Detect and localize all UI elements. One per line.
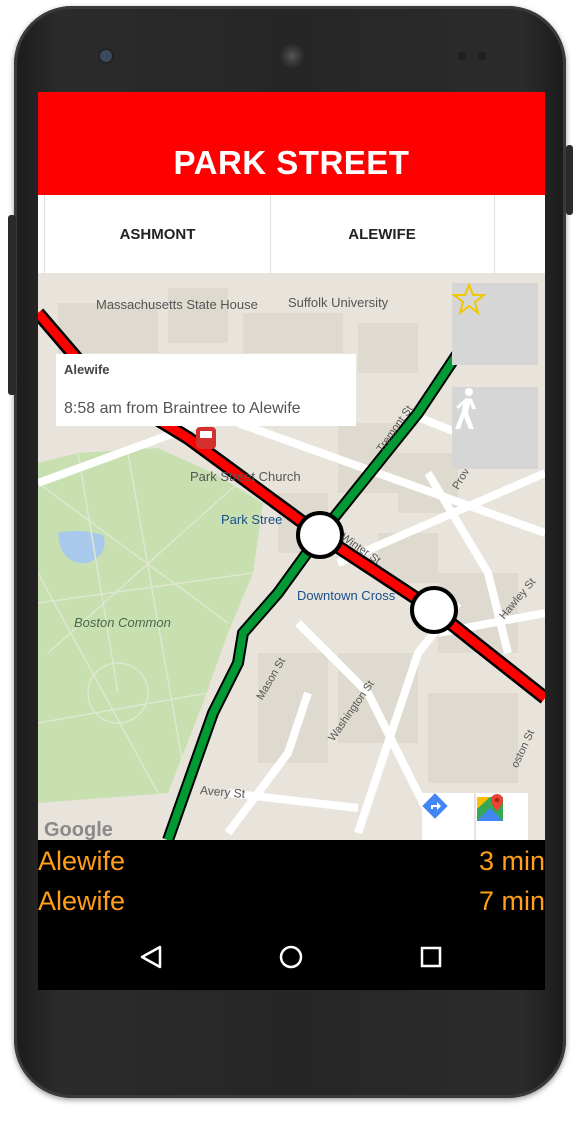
directions-icon: [422, 793, 448, 819]
power-button: [566, 145, 573, 215]
star-icon: [452, 283, 486, 315]
back-icon: [140, 945, 162, 969]
walk-directions-button[interactable]: [452, 387, 538, 469]
volume-button: [8, 215, 16, 395]
nav-recents-button[interactable]: [406, 935, 456, 979]
arrival-row[interactable]: Alewife 3 min: [38, 846, 545, 886]
arrival-time: 7 min: [478, 886, 545, 916]
map-label-state-house: Massachusetts State House: [96, 297, 258, 312]
map-label-downtown-crossing: Downtown Cross: [297, 588, 396, 603]
app-header: PARK STREET: [38, 92, 545, 195]
map-label-park-street: Park Stree: [221, 512, 283, 527]
favorite-button[interactable]: [452, 283, 538, 365]
info-window-subtitle: 8:58 am from Braintree to Alewife: [64, 400, 301, 417]
google-maps-icon: [477, 794, 503, 821]
directions-button[interactable]: [422, 793, 474, 840]
downtown-crossing-station-marker[interactable]: [410, 586, 458, 634]
tab-alewife[interactable]: ALEWIFE: [270, 195, 495, 273]
arrival-time: 3 min: [478, 846, 545, 876]
front-camera: [100, 50, 112, 62]
arrival-destination: Alewife: [38, 846, 126, 876]
arrival-destination: Alewife: [38, 886, 126, 916]
map-label-boston-common: Boston Common: [74, 615, 171, 630]
home-icon: [279, 945, 303, 969]
proximity-sensor: [458, 52, 466, 60]
direction-tabs: ASHMONT ALEWIFE: [38, 195, 545, 373]
park-street-station-marker[interactable]: [296, 511, 344, 559]
screen: PARK STREET ASHMONT ALEWIFE Massachusett…: [38, 92, 545, 990]
light-sensor: [478, 52, 486, 60]
arrival-row[interactable]: Alewife 7 min: [38, 886, 545, 926]
nav-home-button[interactable]: [266, 935, 316, 979]
earpiece-speaker: [278, 42, 306, 70]
nav-back-button[interactable]: [126, 935, 176, 979]
tab-ashmont[interactable]: ASHMONT: [44, 195, 271, 273]
station-info-window[interactable]: Alewife 8:58 am from Braintree to Alewif…: [56, 354, 356, 426]
walking-person-icon: [455, 388, 476, 429]
map-label-suffolk: Suffolk University: [288, 295, 389, 310]
google-logo: Google: [44, 819, 113, 840]
info-window-title: Alewife: [64, 362, 110, 377]
train-window: [200, 431, 212, 438]
arrivals-list: Alewife 3 min Alewife 7 min: [38, 840, 545, 925]
map-label-park-street-church: Park Street Church: [190, 469, 301, 484]
android-navigation-bar: [38, 925, 545, 990]
station-title: PARK STREET: [173, 144, 410, 181]
open-google-maps-button[interactable]: [476, 793, 528, 840]
map-view[interactable]: Massachusetts State House Suffolk Univer…: [38, 273, 545, 840]
recents-icon: [420, 946, 442, 968]
